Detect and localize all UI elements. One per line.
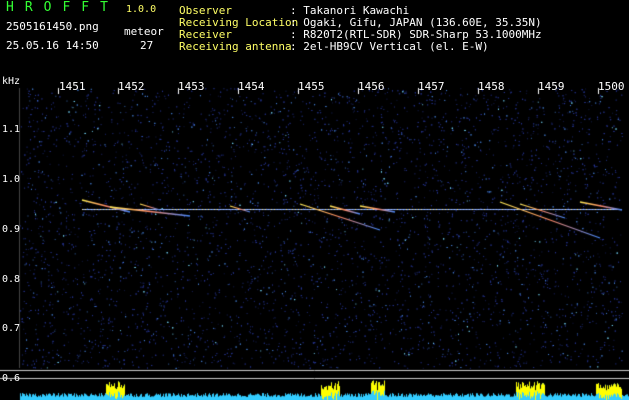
y-tick-1.1: 1.1	[2, 124, 21, 135]
info-header: HROFFT 1.0.0 2505161450.png 25.05.16 14:…	[0, 0, 629, 72]
timestamp: 25.05.16 14:50	[6, 39, 99, 52]
x-tick-1455: 1455	[298, 80, 325, 93]
antenna-label: Receiving antenna	[179, 40, 292, 53]
x-tick-1451: 1451	[59, 80, 86, 93]
x-tick-1457: 1457	[418, 80, 445, 93]
x-tick-1452: 1452	[118, 80, 145, 93]
y-tick-1.0: 1.0	[2, 174, 21, 185]
x-tick-1458: 1458	[478, 80, 505, 93]
y-tick-0.7: 0.7	[2, 323, 21, 334]
y-tick-0.8: 0.8	[2, 274, 21, 285]
hrofft-window: HROFFT 1.0.0 2505161450.png 25.05.16 14:…	[0, 0, 629, 400]
x-tick-1453: 1453	[178, 80, 205, 93]
x-tick-1459: 1459	[538, 80, 565, 93]
spectrogram-canvas[interactable]	[0, 72, 629, 400]
app-title: HROFFT	[6, 0, 119, 15]
x-tick-1454: 1454	[238, 80, 265, 93]
antenna-value: : 2el-HB9CV Vertical (el. E-W)	[290, 40, 489, 53]
meteor-label: meteor	[124, 25, 164, 38]
x-tick-1456: 1456	[358, 80, 385, 93]
y-axis-unit: kHz	[2, 76, 21, 87]
app-version: 1.0.0	[126, 4, 157, 15]
y-tick-0.6: 0.6	[2, 373, 21, 384]
filename: 2505161450.png	[6, 20, 99, 33]
x-tick-1500: 1500	[598, 80, 625, 93]
meteor-count: 27	[140, 39, 154, 52]
y-tick-0.9: 0.9	[2, 224, 21, 235]
